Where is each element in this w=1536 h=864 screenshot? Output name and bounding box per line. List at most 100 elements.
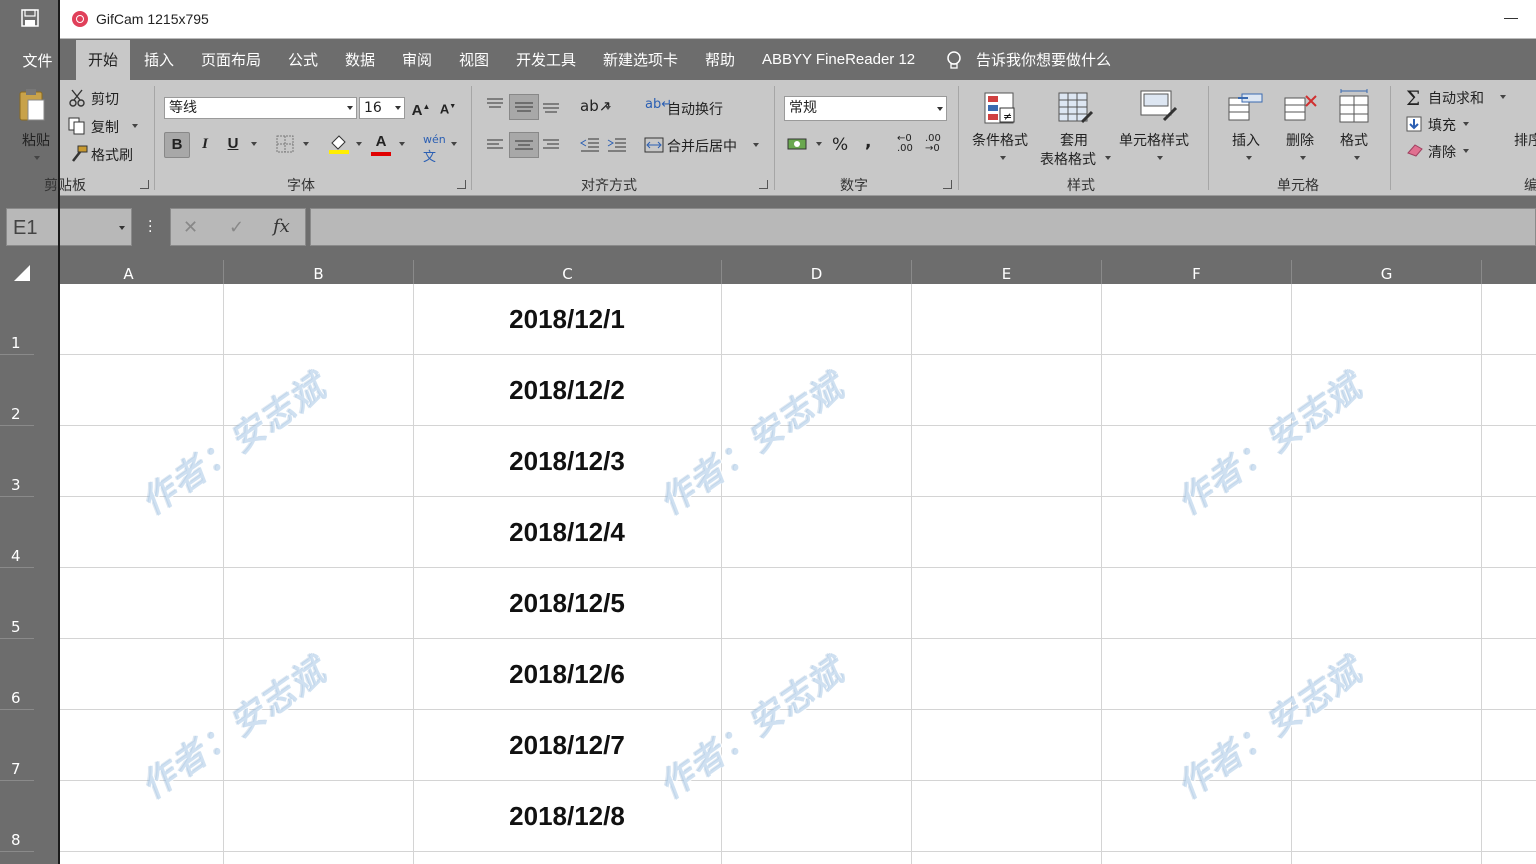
row-header[interactable]: 7	[0, 710, 34, 781]
save-button[interactable]	[0, 0, 60, 40]
clear-dropdown-icon[interactable]	[1463, 149, 1469, 153]
row-header[interactable]: 1	[0, 284, 34, 355]
formula-bar-grip-icon[interactable]: · · ·	[148, 215, 152, 239]
phonetic-dropdown-icon[interactable]	[451, 142, 457, 146]
clear-button[interactable]: 清除	[1428, 142, 1456, 162]
paste-dropdown-icon[interactable]	[34, 156, 40, 160]
align-center-icon[interactable]	[509, 132, 539, 158]
insert-dropdown-icon[interactable]	[1246, 156, 1252, 160]
alignment-launcher-icon[interactable]	[759, 180, 768, 189]
decrease-decimal-icon[interactable]: .00 →0	[925, 134, 941, 154]
merge-dropdown-icon[interactable]	[753, 143, 759, 147]
row-header[interactable]: 4	[0, 497, 34, 568]
column-header-b[interactable]: B	[224, 260, 414, 284]
fill-button[interactable]: 填充	[1428, 115, 1456, 135]
format-as-table-line1[interactable]: 套用	[1060, 130, 1088, 150]
bold-button[interactable]: B	[164, 132, 190, 158]
decrease-indent-icon[interactable]	[580, 137, 600, 157]
fill-dropdown-icon[interactable]	[1463, 122, 1469, 126]
border-icon[interactable]	[276, 135, 294, 157]
tell-me-box[interactable]: 告诉我你想要做什么	[976, 40, 1111, 80]
column-header-g[interactable]: G	[1292, 260, 1482, 284]
font-size-combo[interactable]: 16	[359, 97, 405, 119]
tab-review[interactable]: 审阅	[402, 40, 432, 80]
cell-styles-button[interactable]: 单元格样式	[1119, 130, 1189, 150]
align-bottom-icon[interactable]	[542, 102, 560, 120]
cell-c1[interactable]: 2018/12/1	[413, 284, 721, 355]
conditional-dropdown-icon[interactable]	[1000, 156, 1006, 160]
number-format-combo[interactable]: 常规	[784, 96, 947, 121]
currency-icon[interactable]	[787, 136, 809, 156]
sort-filter-button[interactable]: 排序	[1514, 130, 1536, 150]
cancel-icon[interactable]: ✕	[183, 217, 198, 238]
cell-c2[interactable]: 2018/12/2	[413, 355, 721, 426]
name-box[interactable]: E1	[6, 208, 132, 246]
tab-insert[interactable]: 插入	[144, 40, 174, 80]
row-header[interactable]: 6	[0, 639, 34, 710]
delete-cells-button[interactable]: 删除	[1286, 130, 1314, 150]
comma-button[interactable]: ,	[865, 132, 871, 152]
cut-button[interactable]: 剪切	[91, 89, 119, 109]
name-box-dropdown-icon[interactable]	[119, 226, 125, 230]
increase-indent-icon[interactable]	[607, 137, 627, 157]
enter-icon[interactable]: ✓	[229, 217, 244, 238]
table-dropdown-icon[interactable]	[1105, 156, 1111, 160]
tab-page-layout[interactable]: 页面布局	[201, 40, 261, 80]
font-name-combo[interactable]: 等线	[164, 97, 357, 119]
format-as-table-button[interactable]: 表格格式	[1040, 149, 1096, 169]
font-color-button[interactable]: A	[369, 130, 393, 154]
merge-center-button[interactable]: 合并后居中	[667, 136, 737, 156]
currency-dropdown-icon[interactable]	[816, 142, 822, 146]
autosum-dropdown-icon[interactable]	[1500, 95, 1506, 99]
italic-button[interactable]: I	[193, 132, 217, 156]
column-header-c[interactable]: C	[414, 260, 722, 284]
underline-button[interactable]: U	[221, 132, 245, 156]
align-left-icon[interactable]	[486, 138, 504, 156]
tab-developer[interactable]: 开发工具	[516, 40, 576, 80]
column-header-e[interactable]: E	[912, 260, 1102, 284]
cell-c5[interactable]: 2018/12/5	[413, 568, 721, 639]
align-middle-icon[interactable]	[509, 94, 539, 120]
select-all-icon[interactable]	[14, 265, 30, 281]
delete-dropdown-icon[interactable]	[1300, 156, 1306, 160]
underline-dropdown-icon[interactable]	[251, 142, 257, 146]
format-dropdown-icon[interactable]	[1354, 156, 1360, 160]
font-color-dropdown-icon[interactable]	[399, 142, 405, 146]
conditional-format-button[interactable]: 条件格式	[972, 130, 1028, 150]
column-header-d[interactable]: D	[722, 260, 912, 284]
align-top-icon[interactable]	[486, 97, 504, 115]
gifcam-title-bar[interactable]: GifCam 1215x795	[60, 0, 1536, 39]
row-header[interactable]: 3	[0, 426, 34, 497]
column-header-a[interactable]: A	[34, 260, 224, 284]
cell-styles-dropdown-icon[interactable]	[1157, 156, 1163, 160]
tab-view[interactable]: 视图	[459, 40, 489, 80]
cell-grid[interactable]: 2018/12/1 2018/12/2 2018/12/3 2018/12/4 …	[60, 284, 1536, 864]
wrap-text-button[interactable]: 自动换行	[667, 99, 723, 119]
font-launcher-icon[interactable]	[457, 180, 466, 189]
tab-help[interactable]: 帮助	[705, 40, 735, 80]
tab-formulas[interactable]: 公式	[288, 40, 318, 80]
column-header-f[interactable]: F	[1102, 260, 1292, 284]
copy-button[interactable]: 复制	[91, 117, 119, 137]
row-header[interactable]: 2	[0, 355, 34, 426]
orientation-dropdown-icon[interactable]	[605, 106, 611, 110]
tab-home[interactable]: 开始	[76, 40, 130, 81]
fill-color-icon[interactable]	[328, 133, 350, 159]
grow-font-icon[interactable]: A▲	[409, 95, 433, 119]
row-header[interactable]: 5	[0, 568, 34, 639]
row-header[interactable]: 8	[0, 781, 34, 852]
insert-cells-button[interactable]: 插入	[1232, 130, 1260, 150]
format-painter-button[interactable]: 格式刷	[91, 145, 133, 165]
percent-button[interactable]: %	[832, 135, 848, 155]
shrink-font-icon[interactable]: A▼	[436, 95, 460, 119]
insert-function-icon[interactable]: fx	[273, 216, 290, 237]
tab-data[interactable]: 数据	[345, 40, 375, 80]
autosum-button[interactable]: 自动求和	[1428, 88, 1484, 108]
minimize-button[interactable]	[1496, 6, 1526, 30]
copy-dropdown-icon[interactable]	[132, 124, 138, 128]
clipboard-launcher-icon[interactable]	[140, 180, 149, 189]
format-cells-button[interactable]: 格式	[1340, 130, 1368, 150]
increase-decimal-icon[interactable]: ←0.00	[897, 134, 913, 154]
cell-c6[interactable]: 2018/12/6	[413, 639, 721, 710]
align-right-icon[interactable]	[542, 138, 560, 156]
